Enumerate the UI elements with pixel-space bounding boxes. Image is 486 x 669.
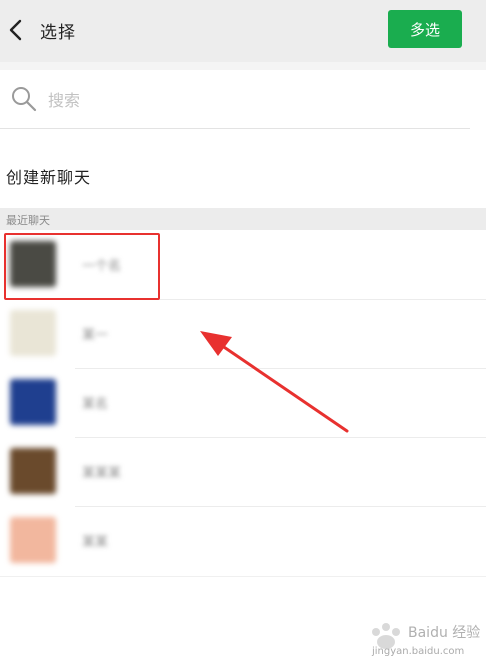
header-gap	[0, 62, 486, 70]
avatar	[10, 310, 56, 356]
contact-name: 某某	[82, 535, 109, 550]
contact-row[interactable]: 某某	[0, 507, 486, 575]
watermark-brand: Baidu 经验	[408, 625, 481, 641]
recent-section-label: 最近聊天	[6, 214, 50, 227]
watermark-url: jingyan.baidu.com	[372, 646, 465, 657]
contact-row[interactable]: 某名	[0, 369, 486, 437]
create-new-chat-link[interactable]: 创建新聊天	[6, 164, 91, 188]
top-bar: 选择 多选	[0, 0, 486, 62]
highlight-box	[4, 233, 160, 300]
contact-name: 某名	[82, 397, 109, 412]
contact-name: 某某某	[82, 466, 122, 481]
contact-name: 某一	[82, 328, 109, 343]
page-title: 选择	[40, 23, 76, 43]
contact-row[interactable]: 某一	[0, 300, 486, 368]
multi-select-button[interactable]: 多选	[388, 10, 462, 48]
search-icon	[12, 87, 37, 112]
back-arrow-icon[interactable]	[6, 17, 26, 43]
recent-section-header	[0, 208, 486, 230]
contact-row[interactable]: 某某某	[0, 438, 486, 506]
search-divider	[0, 128, 470, 129]
list-bottom-divider	[0, 576, 486, 577]
avatar	[10, 379, 56, 425]
avatar	[10, 448, 56, 494]
search-input[interactable]	[48, 86, 348, 114]
avatar	[10, 517, 56, 563]
